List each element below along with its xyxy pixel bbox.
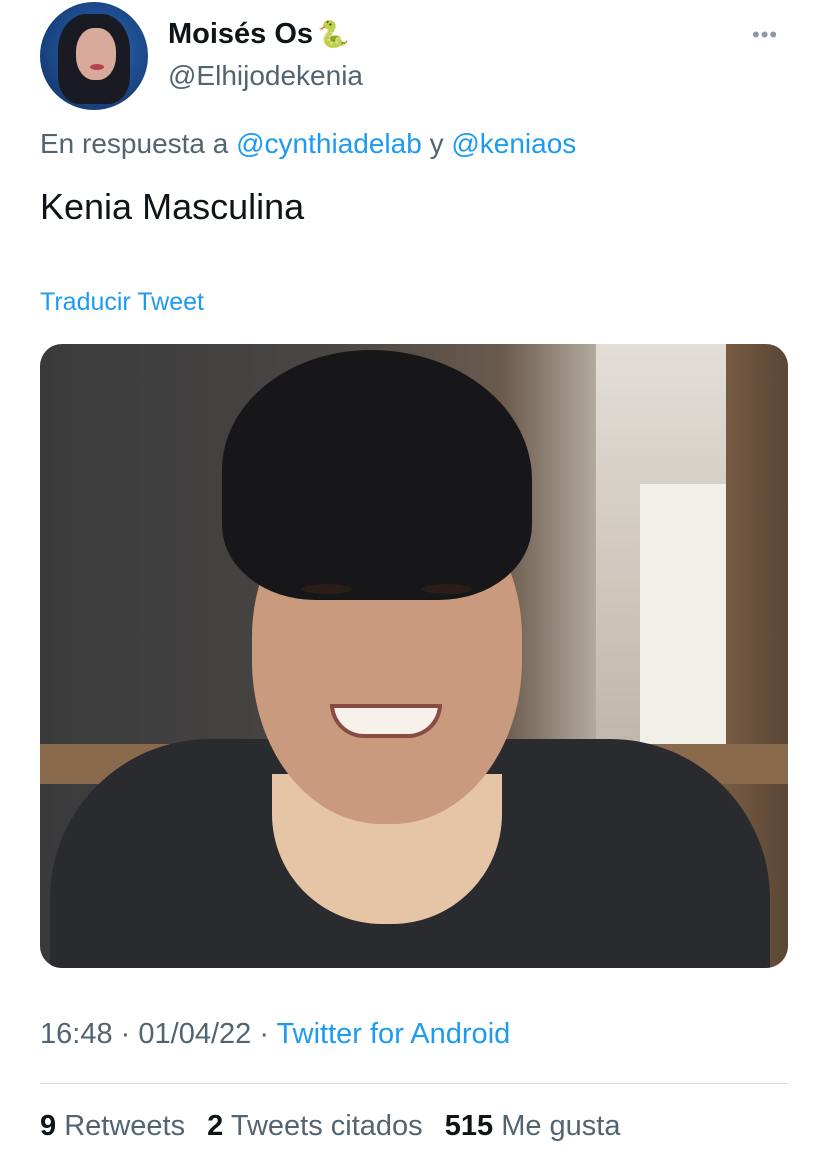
likes-count: 515 (444, 1110, 494, 1142)
snake-emoji-icon: 🐍 (317, 19, 350, 49)
photo-hair (222, 350, 532, 600)
photo-eye-left (302, 584, 352, 594)
photo-smile (330, 704, 442, 738)
avatar[interactable] (40, 2, 148, 110)
avatar-lips (90, 64, 104, 70)
author-name-text[interactable]: Moisés Os (168, 18, 313, 50)
reply-user-link-2[interactable]: @keniaos (451, 128, 576, 159)
tweet-photo[interactable] (40, 344, 788, 968)
reply-context: En respuesta a @cynthiadelab y @keniaos (40, 128, 576, 160)
tweet-meta: 16:48 · 01/04/22 · Twitter for Android (40, 1018, 510, 1051)
author-name[interactable]: Moisés Os 🐍 (168, 18, 349, 51)
likes-label: Me gusta (501, 1110, 621, 1142)
quote-tweets-label: Tweets citados (230, 1110, 423, 1142)
tweet-stats: 9 Retweets 2 Tweets citados 515 Me gusta (40, 1110, 620, 1143)
more-icon[interactable]: ••• (752, 22, 778, 48)
divider (40, 1083, 788, 1084)
translate-tweet-link[interactable]: Traducir Tweet (40, 288, 204, 317)
photo-eye-right (422, 584, 472, 594)
quote-tweets-count: 2 (207, 1110, 224, 1142)
tweet-text: Kenia Masculina (40, 186, 305, 227)
avatar-face (76, 28, 116, 80)
retweets-label: Retweets (64, 1110, 186, 1142)
quote-tweets-stat[interactable]: 2 Tweets citados (207, 1110, 423, 1142)
reply-conjunction: y (429, 128, 444, 159)
tweet-source-link[interactable]: Twitter for Android (277, 1018, 511, 1050)
reply-user-link-1[interactable]: @cynthiadelab (236, 128, 422, 159)
retweets-stat[interactable]: 9 Retweets (40, 1110, 185, 1142)
tweet-time[interactable]: 16:48 (40, 1018, 113, 1050)
meta-separator: · (259, 1018, 269, 1050)
tweet-date[interactable]: 01/04/22 (138, 1018, 251, 1050)
author-handle[interactable]: @Elhijodekenia (168, 60, 363, 92)
reply-prefix: En respuesta a (40, 128, 229, 159)
meta-separator: · (120, 1018, 131, 1050)
likes-stat[interactable]: 515 Me gusta (445, 1110, 621, 1142)
retweets-count: 9 (40, 1110, 57, 1142)
photo-background-cabinet (640, 484, 726, 784)
